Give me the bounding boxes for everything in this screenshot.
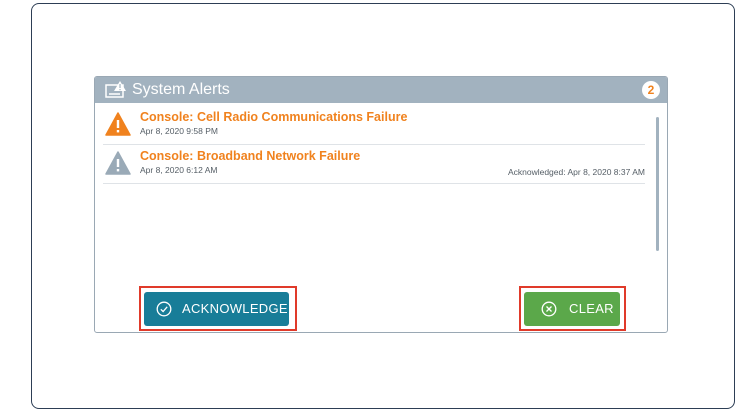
alerts-scrollbar[interactable] bbox=[656, 117, 659, 251]
warning-triangle-icon bbox=[105, 112, 131, 136]
acknowledge-button[interactable]: ACKNOWLEDGE bbox=[144, 292, 289, 326]
close-circle-icon bbox=[541, 301, 557, 317]
acknowledged-timestamp: Acknowledged: Apr 8, 2020 8:37 AM bbox=[507, 167, 645, 177]
alert-count-badge: 2 bbox=[642, 81, 660, 99]
alert-timestamp: Apr 8, 2020 6:12 AM bbox=[140, 165, 218, 175]
alert-title: Console: Cell Radio Communications Failu… bbox=[140, 110, 408, 124]
alert-row[interactable]: Console: Broadband Network Failure Apr 8… bbox=[103, 144, 653, 184]
row-divider bbox=[103, 183, 645, 184]
alert-title: Console: Broadband Network Failure bbox=[140, 149, 361, 163]
panel-title: System Alerts bbox=[132, 81, 230, 98]
clear-label: CLEAR bbox=[569, 301, 614, 316]
monitor-alert-icon bbox=[105, 81, 126, 98]
alert-row[interactable]: Console: Cell Radio Communications Failu… bbox=[103, 105, 653, 145]
check-circle-icon bbox=[156, 301, 172, 317]
system-alerts-panel: System Alerts 2 Console: Cell Radio Comm… bbox=[94, 76, 668, 333]
alert-timestamp: Apr 8, 2020 9:58 PM bbox=[140, 126, 218, 136]
panel-header: System Alerts 2 bbox=[95, 77, 667, 103]
clear-button[interactable]: CLEAR bbox=[524, 292, 620, 326]
acknowledge-label: ACKNOWLEDGE bbox=[182, 301, 288, 316]
warning-triangle-icon bbox=[105, 151, 131, 175]
